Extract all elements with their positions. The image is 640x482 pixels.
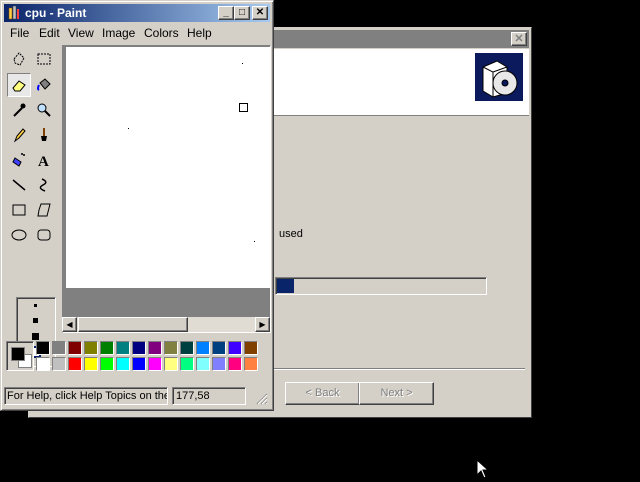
palette-color-swatch[interactable] [84, 341, 98, 355]
install-box-cd-icon [475, 53, 523, 101]
palette-color-swatch[interactable] [212, 357, 226, 371]
current-colors [6, 341, 34, 371]
paint-window: cpu - Paint _ □ ✕ File Edit View Image C… [0, 0, 274, 411]
palette-color-swatch[interactable] [180, 357, 194, 371]
palette-color-swatch[interactable] [52, 341, 66, 355]
palette-color-swatch[interactable] [228, 341, 242, 355]
eraser-icon[interactable] [7, 73, 31, 97]
rectangle-icon[interactable] [7, 198, 31, 222]
text-icon[interactable]: A [32, 148, 56, 172]
menu-colors[interactable]: Colors [144, 26, 179, 40]
palette-color-swatch[interactable] [68, 357, 82, 371]
palette-color-swatch[interactable] [100, 357, 114, 371]
foreground-color-swatch[interactable] [11, 347, 25, 361]
free-form-select-icon[interactable] [7, 47, 31, 71]
line-icon[interactable] [7, 173, 31, 197]
svg-text:A: A [38, 154, 49, 168]
progress-fill [277, 279, 294, 293]
status-bar: For Help, click Help Topics on the Help … [4, 387, 270, 407]
status-coordinates: 177,58 [172, 387, 246, 405]
ellipse-icon[interactable] [7, 223, 31, 247]
palette-color-swatch[interactable] [84, 357, 98, 371]
paint-titlebar[interactable]: cpu - Paint _ □ ✕ [4, 4, 270, 22]
pencil-icon[interactable] [7, 123, 31, 147]
magnifier-icon[interactable] [32, 98, 56, 122]
palette-color-swatch[interactable] [116, 357, 130, 371]
palette-color-swatch[interactable] [164, 341, 178, 355]
menu-help[interactable]: Help [187, 26, 212, 40]
eraser-cursor [239, 103, 248, 112]
rect-select-icon[interactable] [32, 47, 56, 71]
rounded-rect-icon[interactable] [32, 223, 56, 247]
fill-icon[interactable] [32, 73, 56, 97]
brush-icon[interactable] [32, 123, 56, 147]
scroll-right-icon[interactable]: ▶ [255, 317, 270, 332]
menu-bar: File Edit View Image Colors Help [4, 23, 270, 42]
palette-color-swatch[interactable] [68, 341, 82, 355]
mouse-pointer-icon [476, 458, 490, 482]
close-button[interactable]: ✕ [252, 6, 268, 20]
maximize-button[interactable]: □ [234, 6, 250, 20]
palette-color-swatch[interactable] [148, 341, 162, 355]
drawing-canvas[interactable] [66, 47, 271, 288]
paint-title: cpu - Paint [25, 6, 87, 20]
palette-color-swatch[interactable] [132, 357, 146, 371]
space-used-label: used [279, 228, 303, 240]
palette-color-swatch[interactable] [212, 341, 226, 355]
scroll-thumb[interactable] [78, 317, 188, 332]
palette-color-swatch[interactable] [100, 341, 114, 355]
palette-color-swatch[interactable] [228, 357, 242, 371]
install-progress-bar [275, 277, 487, 295]
horizontal-scrollbar[interactable]: ◀ ▶ [62, 317, 270, 332]
wizard-close-button[interactable]: ✕ [511, 32, 527, 46]
canvas-pixel [254, 241, 255, 242]
curve-icon[interactable] [32, 173, 56, 197]
next-button[interactable]: Next > [359, 382, 434, 405]
palette-color-swatch[interactable] [196, 357, 210, 371]
status-help-text: For Help, click Help Topics on the Help … [4, 387, 168, 405]
airbrush-icon[interactable] [7, 148, 31, 172]
menu-file[interactable]: File [10, 26, 29, 40]
polygon-icon[interactable] [32, 198, 56, 222]
menu-edit[interactable]: Edit [39, 26, 60, 40]
menu-image[interactable]: Image [102, 26, 135, 40]
palette-color-swatch[interactable] [116, 341, 130, 355]
palette-color-swatch[interactable] [244, 341, 258, 355]
back-button[interactable]: < Back [285, 382, 360, 405]
tool-box: A [4, 45, 60, 367]
palette-color-swatch[interactable] [148, 357, 162, 371]
canvas-pixel [242, 63, 243, 64]
color-palette [4, 339, 270, 375]
scroll-left-icon[interactable]: ◀ [62, 317, 77, 332]
color-picker-icon[interactable] [7, 98, 31, 122]
eraser-size-small[interactable] [34, 304, 37, 307]
canvas-area [62, 45, 271, 333]
palette-color-swatch[interactable] [36, 341, 50, 355]
palette-color-swatch[interactable] [244, 357, 258, 371]
minimize-button[interactable]: _ [218, 6, 234, 20]
eraser-size-medium[interactable] [33, 318, 38, 323]
resize-grip-icon[interactable] [256, 393, 268, 405]
palette-color-swatch[interactable] [132, 341, 146, 355]
palette-color-swatch[interactable] [36, 357, 50, 371]
menu-view[interactable]: View [68, 26, 94, 40]
paint-app-icon[interactable] [6, 5, 22, 21]
palette-color-swatch[interactable] [180, 341, 194, 355]
palette-color-swatch[interactable] [52, 357, 66, 371]
palette-color-swatch[interactable] [164, 357, 178, 371]
palette-color-swatch[interactable] [196, 341, 210, 355]
canvas-pixel [128, 128, 129, 129]
